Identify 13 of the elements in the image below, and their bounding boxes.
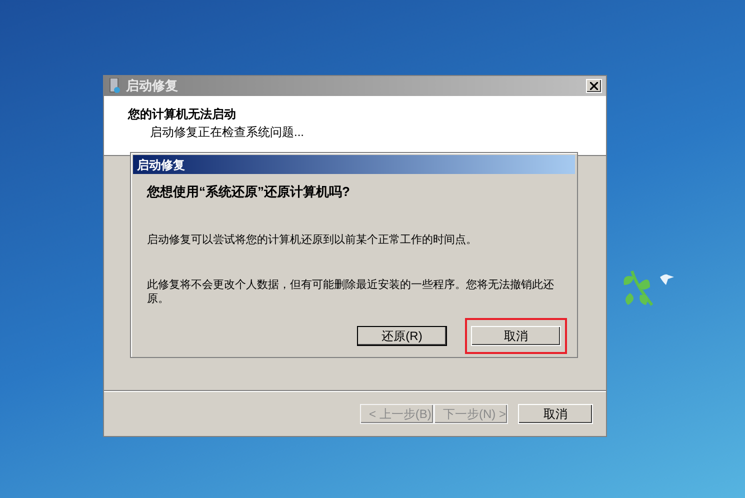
dialog-button[interactable]: 还原(R): [357, 326, 447, 346]
header-heading: 您的计算机无法启动: [128, 106, 237, 123]
header-status: 启动修复正在检查系统问题...: [149, 124, 306, 141]
dialog-warning: 此修复将不会更改个人数据，但有可能删除最近安装的一些程序。您将无法撤销此还原。: [146, 278, 555, 306]
window-title: 启动修复: [126, 77, 179, 96]
dialog-button[interactable]: 取消: [471, 326, 561, 346]
dialog-title: 启动修复: [137, 156, 185, 174]
dialog-message: 启动修复可以尝试将您的计算机还原到以前某个正常工作的时间点。: [146, 232, 478, 248]
dialog-question: 您想使用“系统还原”还原计算机吗?: [146, 183, 351, 201]
close-button[interactable]: [586, 79, 602, 93]
repair-icon: [108, 78, 122, 94]
close-icon: [590, 82, 598, 90]
wizard-button[interactable]: 取消: [518, 404, 593, 424]
